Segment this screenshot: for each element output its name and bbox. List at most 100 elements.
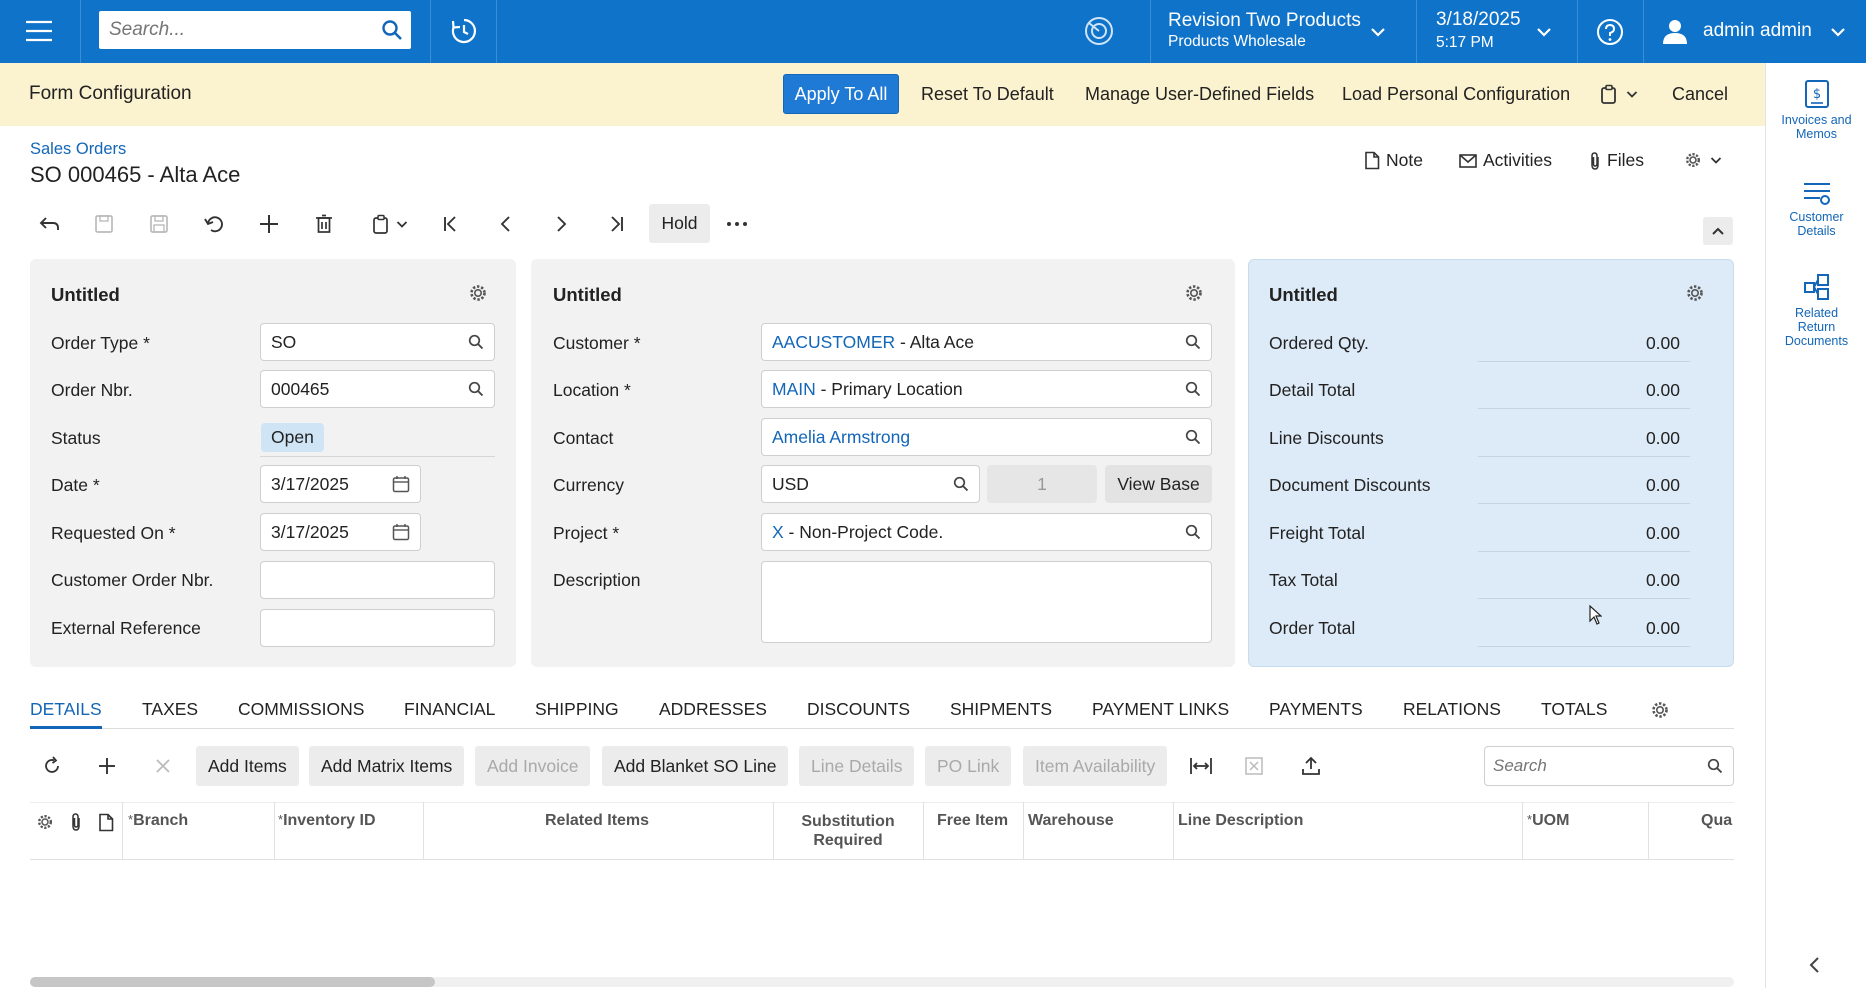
column-settings-gear-icon[interactable] [36,813,54,831]
first-record-icon[interactable] [436,212,466,236]
previous-record-icon[interactable] [491,212,521,236]
horizontal-scrollbar-thumb[interactable] [30,977,435,987]
grid-search-input[interactable] [1485,747,1695,785]
customer-code-link[interactable]: AACUSTOMER [772,332,895,352]
company-selector[interactable]: Revision Two Products Products Wholesale [1168,10,1368,51]
contact-field[interactable]: Amelia Armstrong [761,418,1212,456]
item-availability-button[interactable]: Item Availability [1023,746,1168,786]
more-actions-icon[interactable] [722,212,752,236]
description-textarea[interactable] [761,561,1212,643]
tab-shipments[interactable]: SHIPMENTS [950,699,1052,720]
tab-shipping[interactable]: SHIPPING [535,699,619,720]
back-icon[interactable] [34,212,64,236]
column-branch[interactable]: *Branch [128,812,188,830]
add-invoice-button[interactable]: Add Invoice [475,746,591,786]
search-icon[interactable] [953,476,969,492]
add-blanket-so-line-button[interactable]: Add Blanket SO Line [602,746,789,786]
column-line-description[interactable]: Line Description [1178,812,1303,830]
tab-relations[interactable]: RELATIONS [1403,699,1501,720]
fit-columns-icon[interactable] [1189,757,1213,775]
tab-addresses[interactable]: ADDRESSES [659,699,767,720]
date-field[interactable]: 3/17/2025 [260,465,421,503]
apply-to-all-button[interactable]: Apply To All [783,74,899,114]
customer-order-nbr-field[interactable] [260,561,495,599]
chevron-down-icon[interactable] [1370,26,1386,38]
tab-details[interactable]: DETAILS [30,699,102,720]
notes-icon[interactable] [98,813,114,832]
add-matrix-items-button[interactable]: Add Matrix Items [309,746,465,786]
requested-on-field[interactable]: 3/17/2025 [260,513,421,551]
tab-totals[interactable]: TOTALS [1541,699,1607,720]
global-search-input[interactable] [99,11,369,49]
column-inventory-id[interactable]: *Inventory ID [278,812,376,830]
clipboard-menu-button[interactable] [1600,84,1638,104]
help-icon[interactable] [1596,18,1624,46]
reset-to-default-button[interactable]: Reset To Default [921,84,1054,105]
column-free-item[interactable]: Free Item [937,812,1008,830]
order-nbr-field[interactable]: 000465 [260,370,495,408]
search-icon[interactable] [1185,334,1201,350]
chevron-down-icon[interactable] [1536,26,1552,38]
chevron-down-icon[interactable] [1830,26,1846,38]
save-and-close-icon[interactable] [89,212,119,236]
tab-discounts[interactable]: DISCOUNTS [807,699,910,720]
undo-icon[interactable] [199,212,229,236]
order-type-field[interactable]: SO [260,323,495,361]
global-search-box[interactable] [99,11,411,49]
recent-history-icon[interactable] [449,16,479,46]
last-record-icon[interactable] [601,212,631,236]
delete-icon[interactable] [309,212,339,236]
contact-link[interactable]: Amelia Armstrong [772,427,910,447]
menu-icon[interactable] [24,19,54,43]
project-code-link[interactable]: X [772,522,784,542]
tab-financial[interactable]: FINANCIAL [404,699,495,720]
po-link-button[interactable]: PO Link [925,746,1012,786]
search-icon[interactable] [1707,758,1723,774]
search-icon[interactable] [468,334,484,350]
tab-payments[interactable]: PAYMENTS [1269,699,1363,720]
upload-icon[interactable] [1301,756,1321,776]
add-items-button[interactable]: Add Items [196,746,299,786]
load-personal-configuration-button[interactable]: Load Personal Configuration [1342,84,1570,105]
breadcrumb-sales-orders[interactable]: Sales Orders [30,140,126,159]
refresh-icon[interactable] [42,756,62,776]
column-uom[interactable]: *UOM [1527,812,1569,830]
tab-payment-links[interactable]: PAYMENT LINKS [1092,699,1229,720]
attachments-paperclip-icon[interactable] [70,812,82,832]
view-base-button[interactable]: View Base [1105,465,1212,503]
external-reference-field[interactable] [260,609,495,647]
date-selector[interactable]: 3/18/2025 5:17 PM [1436,9,1521,52]
search-icon[interactable] [1185,381,1201,397]
column-warehouse[interactable]: Warehouse [1028,812,1114,830]
location-field[interactable]: MAIN - Primary Location [761,370,1212,408]
tab-commissions[interactable]: COMMISSIONS [238,699,364,720]
project-field[interactable]: X - Non-Project Code. [761,513,1212,551]
search-icon[interactable] [1185,524,1201,540]
search-icon[interactable] [468,381,484,397]
search-icon[interactable] [381,19,403,41]
header-settings-button[interactable] [1684,151,1722,169]
customer-field[interactable]: AACUSTOMER - Alta Ace [761,323,1212,361]
tab-settings-gear-icon[interactable] [1650,700,1670,720]
user-avatar-icon[interactable] [1661,17,1689,45]
add-row-icon[interactable] [98,757,116,775]
rail-invoices-and-memos[interactable]: $ Invoices and Memos [1766,79,1866,141]
save-icon[interactable] [144,212,174,236]
note-button[interactable]: Note [1364,150,1423,171]
rail-related-return-documents[interactable]: Related Return Documents [1766,272,1866,348]
column-substitution-required[interactable]: Substitution Required [775,812,921,850]
next-record-icon[interactable] [546,212,576,236]
column-related-items[interactable]: Related Items [545,812,649,830]
add-icon[interactable] [254,212,284,236]
location-code-link[interactable]: MAIN [772,379,816,399]
user-name[interactable]: admin admin [1703,20,1812,42]
manage-user-defined-fields-button[interactable]: Manage User-Defined Fields [1085,84,1314,105]
search-icon[interactable] [1185,429,1201,445]
collapse-panel-chevron-left-icon[interactable] [1808,956,1822,974]
grid-search-box[interactable] [1484,746,1734,786]
tab-taxes[interactable]: TAXES [142,699,198,720]
delete-row-icon[interactable] [155,758,171,774]
collapse-header-button[interactable] [1703,217,1733,245]
cancel-button[interactable]: Cancel [1672,84,1728,105]
export-excel-icon[interactable] [1245,757,1263,775]
